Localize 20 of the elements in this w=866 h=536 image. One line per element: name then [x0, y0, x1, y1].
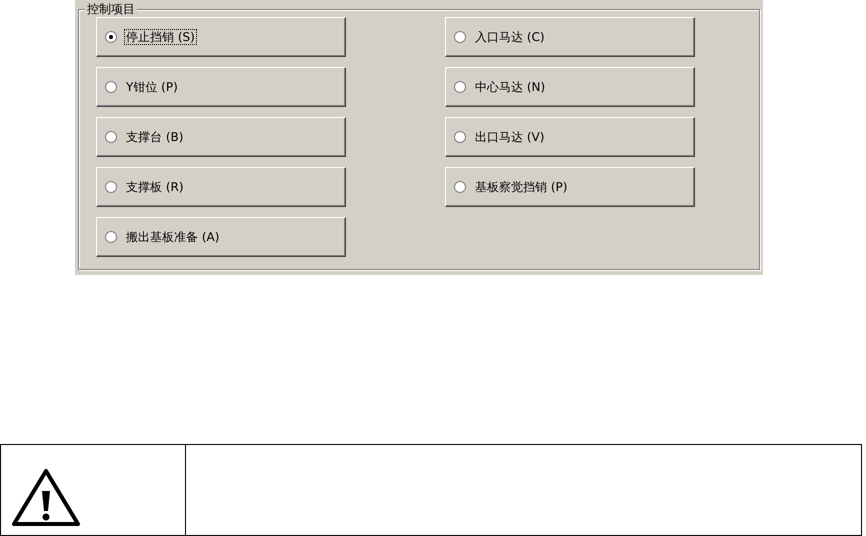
radio-label: 基板察觉挡销 (P) — [474, 180, 568, 194]
group-title: 控制项目 — [85, 2, 137, 16]
radio-label: 中心马达 (N) — [474, 80, 546, 94]
radio-label: 支撑台 (B) — [125, 130, 184, 144]
radio-button[interactable]: 搬出基板准备 (A) — [96, 217, 346, 257]
radio-button[interactable]: 入口马达 (C) — [445, 17, 695, 57]
radio-label: 停止挡销 (S) — [125, 30, 196, 44]
radio-label: Y钳位 (P) — [125, 80, 179, 94]
radio-button[interactable]: 支撑板 (R) — [96, 167, 346, 207]
radio-button[interactable]: Y钳位 (P) — [96, 67, 346, 107]
radio-button[interactable]: 基板察觉挡销 (P) — [445, 167, 695, 207]
radio-button[interactable]: 出口马达 (V) — [445, 117, 695, 157]
radio-label: 搬出基板准备 (A) — [125, 230, 220, 244]
radio-button[interactable]: 支撑台 (B) — [96, 117, 346, 157]
radio-button[interactable]: 中心马达 (N) — [445, 67, 695, 107]
radio-button[interactable]: 停止挡销 (S) — [96, 17, 346, 57]
radio-label: 入口马达 (C) — [474, 30, 546, 44]
warning-icon — [11, 467, 81, 527]
radio-label: 出口马达 (V) — [474, 130, 546, 144]
radio-label: 支撑板 (R) — [125, 180, 185, 194]
